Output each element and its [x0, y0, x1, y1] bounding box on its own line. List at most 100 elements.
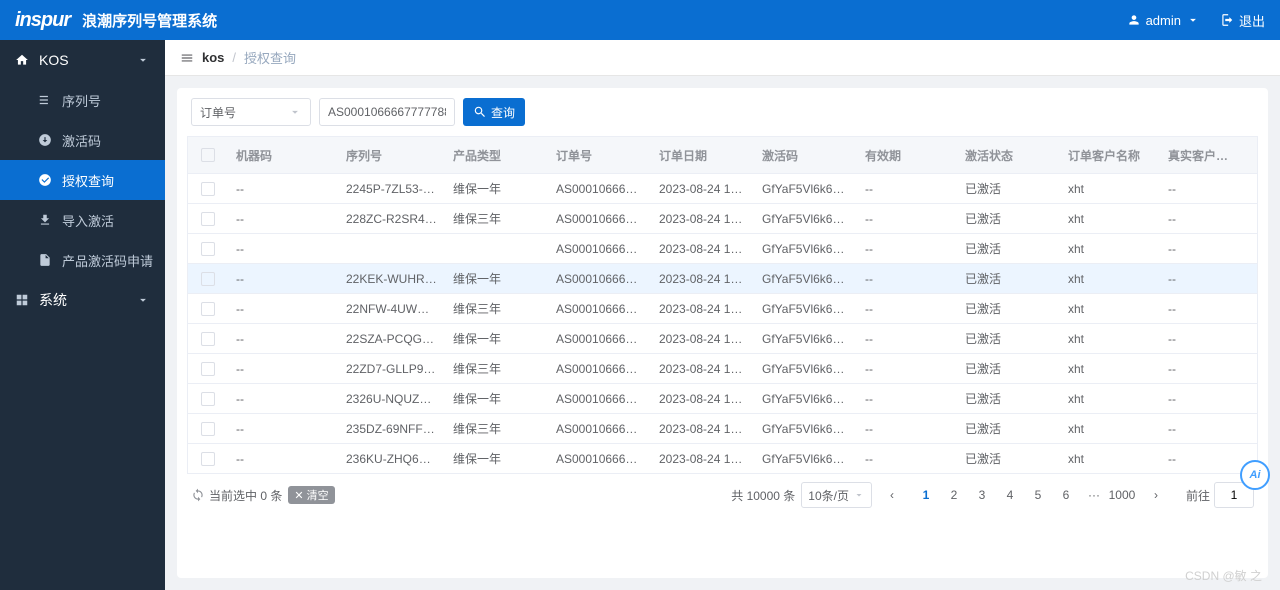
cell-machine: -- [228, 392, 338, 406]
page-number[interactable]: 1000 [1108, 482, 1136, 508]
page-number[interactable]: 5 [1024, 482, 1052, 508]
jump-label: 前往 [1186, 487, 1210, 504]
cell-serial: 22ZD7-GLLP9-GF... [338, 362, 445, 376]
chevron-down-icon [288, 105, 302, 119]
sidebar-group-label: KOS [39, 52, 69, 68]
table-row[interactable]: --22SZA-PCQGJ-C...维保一年AS000106666777...2… [188, 323, 1257, 353]
sidebar-item[interactable]: 授权查询 [0, 160, 165, 200]
row-checkbox[interactable] [201, 302, 215, 316]
cell-machine: -- [228, 302, 338, 316]
cell-order: AS000106666777... [548, 182, 651, 196]
cell-real-customer: -- [1160, 302, 1240, 316]
cell-machine: -- [228, 332, 338, 346]
cell-activation: GfYaF5Vl6k6OOti... [754, 452, 857, 466]
table-row[interactable]: --22KEK-WUHR2-574SX-C7L5M-AMTUP-5YA5T-XB… [188, 233, 1257, 263]
cell-status: 已激活 [957, 240, 1060, 257]
cell-status: 已激活 [957, 420, 1060, 437]
search-input[interactable] [319, 98, 455, 126]
page-size-select[interactable]: 10条/页 [801, 482, 872, 508]
top-bar: inspur 浪潮序列号管理系统 admin 退出 [0, 0, 1280, 40]
filter-type-select[interactable]: 订单号 [191, 98, 311, 126]
ai-badge[interactable]: Ai [1240, 460, 1270, 490]
home-icon [15, 53, 29, 67]
row-checkbox[interactable] [201, 272, 215, 286]
row-checkbox[interactable] [201, 332, 215, 346]
page-ellipsis[interactable]: ··· [1080, 482, 1108, 508]
row-checkbox[interactable] [201, 422, 215, 436]
brand: inspur 浪潮序列号管理系统 [15, 9, 217, 32]
username: admin [1146, 13, 1181, 28]
prev-page-button[interactable]: ‹ [878, 482, 906, 508]
clear-selection-button[interactable]: ✕ 清空 [288, 486, 334, 504]
data-table: 机器码 序列号 产品类型 订单号 订单日期 激活码 有效期 激活状态 订单客户名… [187, 136, 1258, 474]
cell-order: AS000106666777... [548, 242, 651, 256]
table-row[interactable]: --235DZ-69NFF-DB...维保三年AS000106666777...… [188, 413, 1257, 443]
logout-icon [1220, 13, 1234, 27]
cell-activation: GfYaF5Vl6k6OOti... [754, 242, 857, 256]
page-number[interactable]: 1 [912, 482, 940, 508]
sidebar-group-system[interactable]: 系统 [0, 280, 165, 320]
cell-order: AS000106666777... [548, 272, 651, 286]
table-row[interactable]: --22NFW-4UWQL-T...维保三年AS000106666777...2… [188, 293, 1257, 323]
table-row[interactable]: --2245P-7ZL53-G5...维保一年AS000106666777...… [188, 173, 1257, 203]
table-row[interactable]: --22ZD7-GLLP9-GF...维保三年AS000106666777...… [188, 353, 1257, 383]
cell-product-type: 维保三年 [445, 210, 548, 227]
page-number[interactable]: 4 [996, 482, 1024, 508]
cell-real-customer: -- [1160, 182, 1240, 196]
sidebar-item[interactable]: 导入激活 [0, 200, 165, 240]
search-button[interactable]: 查询 [463, 98, 525, 126]
row-checkbox[interactable] [201, 242, 215, 256]
cell-machine: -- [228, 182, 338, 196]
sidebar-group-kos[interactable]: KOS [0, 40, 165, 80]
select-all-checkbox[interactable] [201, 148, 215, 162]
cell-machine: -- [228, 362, 338, 376]
cell-customer: xht [1060, 422, 1160, 436]
brand-logo: inspur [15, 9, 70, 32]
refresh-icon[interactable] [191, 488, 205, 502]
cell-status: 已激活 [957, 270, 1060, 287]
table-row[interactable]: --228ZC-R2SR4-N...维保三年AS000106666777...2… [188, 203, 1257, 233]
cell-activation: GfYaF5Vl6k6OOti... [754, 182, 857, 196]
cell-product-type: 维保一年 [445, 330, 548, 347]
row-checkbox[interactable] [201, 392, 215, 406]
table-row[interactable]: --236KU-ZHQ6B-K...维保一年AS000106666777...2… [188, 443, 1257, 473]
cell-expiry: -- [857, 452, 957, 466]
sidebar-item[interactable]: 激活码 [0, 120, 165, 160]
row-checkbox[interactable] [201, 452, 215, 466]
sidebar-item[interactable]: 序列号 [0, 80, 165, 120]
cell-activation: GfYaF5Vl6k6OOti... [754, 212, 857, 226]
logout-button[interactable]: 退出 [1220, 11, 1265, 30]
cell-date: 2023-08-24 16:14:... [651, 272, 754, 286]
sidebar-item[interactable]: 产品激活码申请 [0, 240, 165, 280]
table-row[interactable]: --2326U-NQUZU-...维保一年AS000106666777...20… [188, 383, 1257, 413]
row-checkbox[interactable] [201, 212, 215, 226]
next-page-button[interactable]: › [1142, 482, 1170, 508]
table-footer: 当前选中 0 条 ✕ 清空 共 10000 条 10条/页 ‹ 123456··… [187, 474, 1258, 508]
row-checkbox[interactable] [201, 182, 215, 196]
cell-status: 已激活 [957, 180, 1060, 197]
menu-icon[interactable] [180, 51, 194, 65]
cell-real-customer: -- [1160, 362, 1240, 376]
page-number[interactable]: 3 [968, 482, 996, 508]
cell-expiry: -- [857, 242, 957, 256]
cell-customer: xht [1060, 362, 1160, 376]
cell-machine: -- [228, 272, 338, 286]
page-number[interactable]: 2 [940, 482, 968, 508]
col-customer: 订单客户名称 [1060, 147, 1160, 164]
search-icon [473, 105, 487, 119]
cell-date: 2023-08-24 16:14:... [651, 242, 754, 256]
cell-order: AS000106666777... [548, 212, 651, 226]
cell-machine: -- [228, 242, 338, 256]
page-number[interactable]: 6 [1052, 482, 1080, 508]
col-real-customer: 真实客户名称 [1160, 147, 1240, 164]
cell-status: 已激活 [957, 360, 1060, 377]
cell-customer: xht [1060, 182, 1160, 196]
brand-title: 浪潮序列号管理系统 [82, 10, 217, 31]
cell-order: AS000106666777... [548, 362, 651, 376]
row-checkbox[interactable] [201, 362, 215, 376]
user-menu[interactable]: admin [1127, 13, 1200, 28]
cell-expiry: -- [857, 182, 957, 196]
breadcrumb-root[interactable]: kos [202, 50, 224, 65]
table-row[interactable]: --22KEK-WUHR2-5...维保一年AS000106666777...2… [188, 263, 1257, 293]
cell-order: AS000106666777... [548, 302, 651, 316]
